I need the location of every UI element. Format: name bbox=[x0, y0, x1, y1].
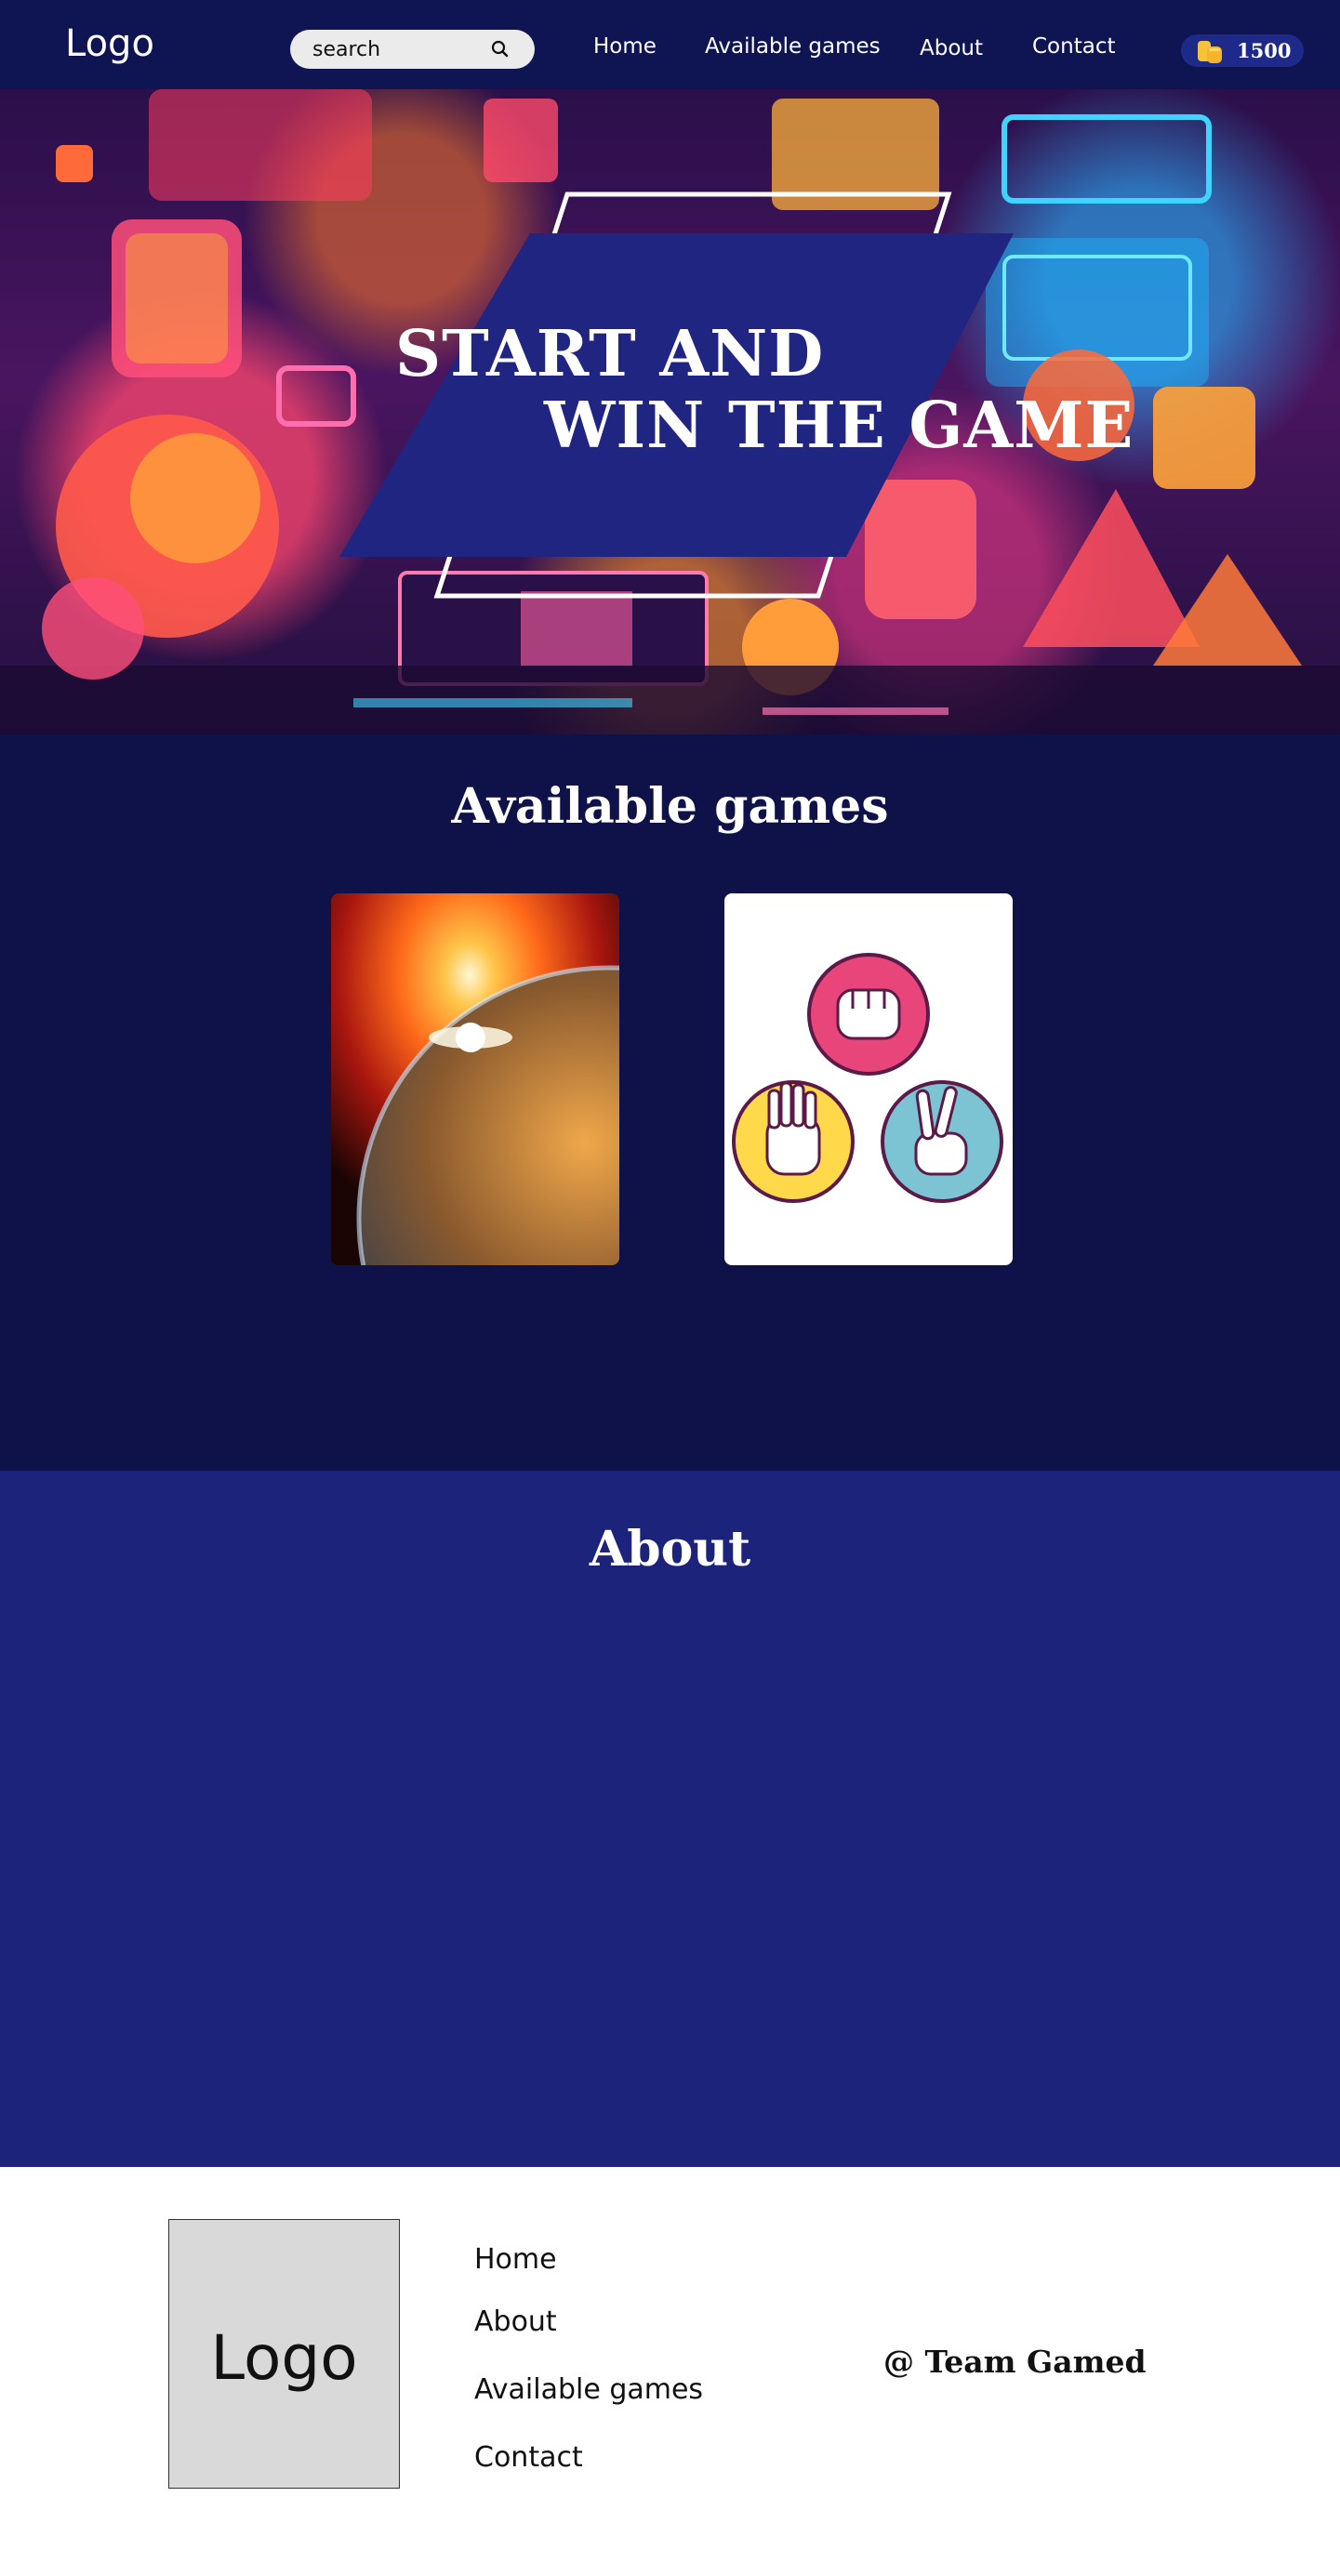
footer-logo-text: Logo bbox=[210, 2322, 358, 2394]
hero-title-line-2: WIN THE GAME bbox=[544, 389, 1134, 463]
search-input[interactable] bbox=[312, 37, 489, 61]
about-section: About bbox=[0, 1471, 1340, 2167]
footer-logo[interactable]: Logo bbox=[168, 2219, 400, 2489]
nav-link-home[interactable]: Home bbox=[593, 34, 657, 59]
rock-icon bbox=[807, 953, 930, 1076]
footer-link-available-games[interactable]: Available games bbox=[474, 2373, 703, 2406]
site-logo[interactable]: Logo bbox=[65, 22, 154, 65]
search-icon[interactable] bbox=[491, 40, 510, 59]
hero-title-line-1: START AND bbox=[395, 317, 825, 391]
game-card-rock-paper-scissors[interactable] bbox=[724, 893, 1013, 1265]
footer-link-home[interactable]: Home bbox=[474, 2243, 557, 2276]
scissors-icon bbox=[881, 1080, 1003, 1203]
nav-link-available-games[interactable]: Available games bbox=[705, 34, 881, 59]
available-games-title: Available games bbox=[451, 778, 889, 835]
footer-link-about[interactable]: About bbox=[474, 2305, 557, 2338]
footer: Logo Home About Available games Contact … bbox=[0, 2167, 1340, 2576]
footer-credit: @ Team Gamed bbox=[883, 2344, 1147, 2380]
game-card-earth[interactable] bbox=[331, 893, 619, 1265]
top-nav: Logo Home Available games About Contact … bbox=[0, 0, 1340, 89]
coins-icon bbox=[1198, 41, 1222, 63]
coin-count: 1500 bbox=[1237, 39, 1292, 62]
coin-balance[interactable]: 1500 bbox=[1181, 34, 1304, 67]
about-title: About bbox=[589, 1521, 751, 1578]
rock-paper-scissors-image bbox=[732, 953, 1003, 1203]
nav-link-about[interactable]: About bbox=[920, 36, 983, 60]
paper-icon bbox=[732, 1080, 855, 1203]
nav-link-contact[interactable]: Contact bbox=[1032, 34, 1115, 59]
earth-sunrise-image bbox=[331, 893, 619, 1265]
footer-link-contact[interactable]: Contact bbox=[474, 2441, 583, 2474]
hero-banner: START AND WIN THE GAME bbox=[0, 89, 1340, 734]
available-games-section: Available games bbox=[0, 734, 1340, 1471]
